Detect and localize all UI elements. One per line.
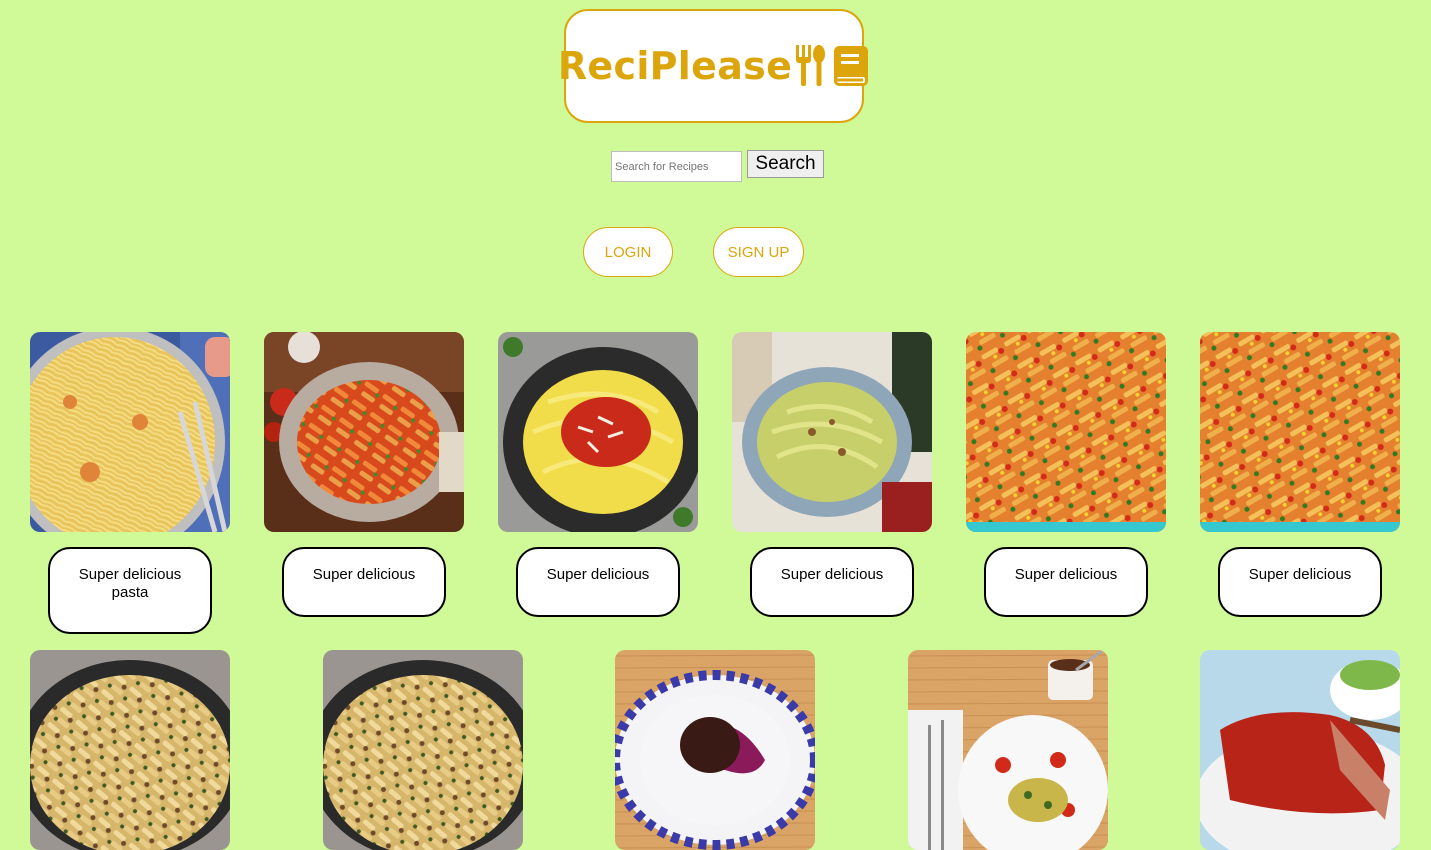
recipe-image[interactable] [908,650,1108,850]
recipe-image[interactable] [1200,332,1400,532]
fork-spoon-icon [796,45,826,86]
search-button[interactable]: Search [747,150,824,178]
brand-name: ReciPlease [557,44,793,88]
recipe-title[interactable]: Super delicious pasta [48,547,212,634]
recipe-image[interactable] [498,332,698,532]
recipe-title[interactable]: Super delicious [984,547,1148,617]
brand-logo[interactable]: ReciPlease [558,9,869,123]
book-icon [834,46,869,86]
recipe-image[interactable] [264,332,464,532]
recipe-image[interactable] [323,650,523,850]
signup-button[interactable]: SIGN UP [713,227,804,277]
login-button[interactable]: LOGIN [583,227,673,277]
recipe-image[interactable] [615,650,815,850]
recipe-title[interactable]: Super delicious [282,547,446,617]
recipe-image[interactable] [30,332,230,532]
recipe-image[interactable] [30,650,230,850]
recipe-image[interactable] [966,332,1166,532]
recipe-title[interactable]: Super delicious [516,547,680,617]
search-input[interactable] [611,151,742,182]
recipe-title[interactable]: Super delicious [750,547,914,617]
recipe-title[interactable]: Super delicious [1218,547,1382,617]
recipe-image[interactable] [732,332,932,532]
recipe-image[interactable] [1200,650,1400,850]
